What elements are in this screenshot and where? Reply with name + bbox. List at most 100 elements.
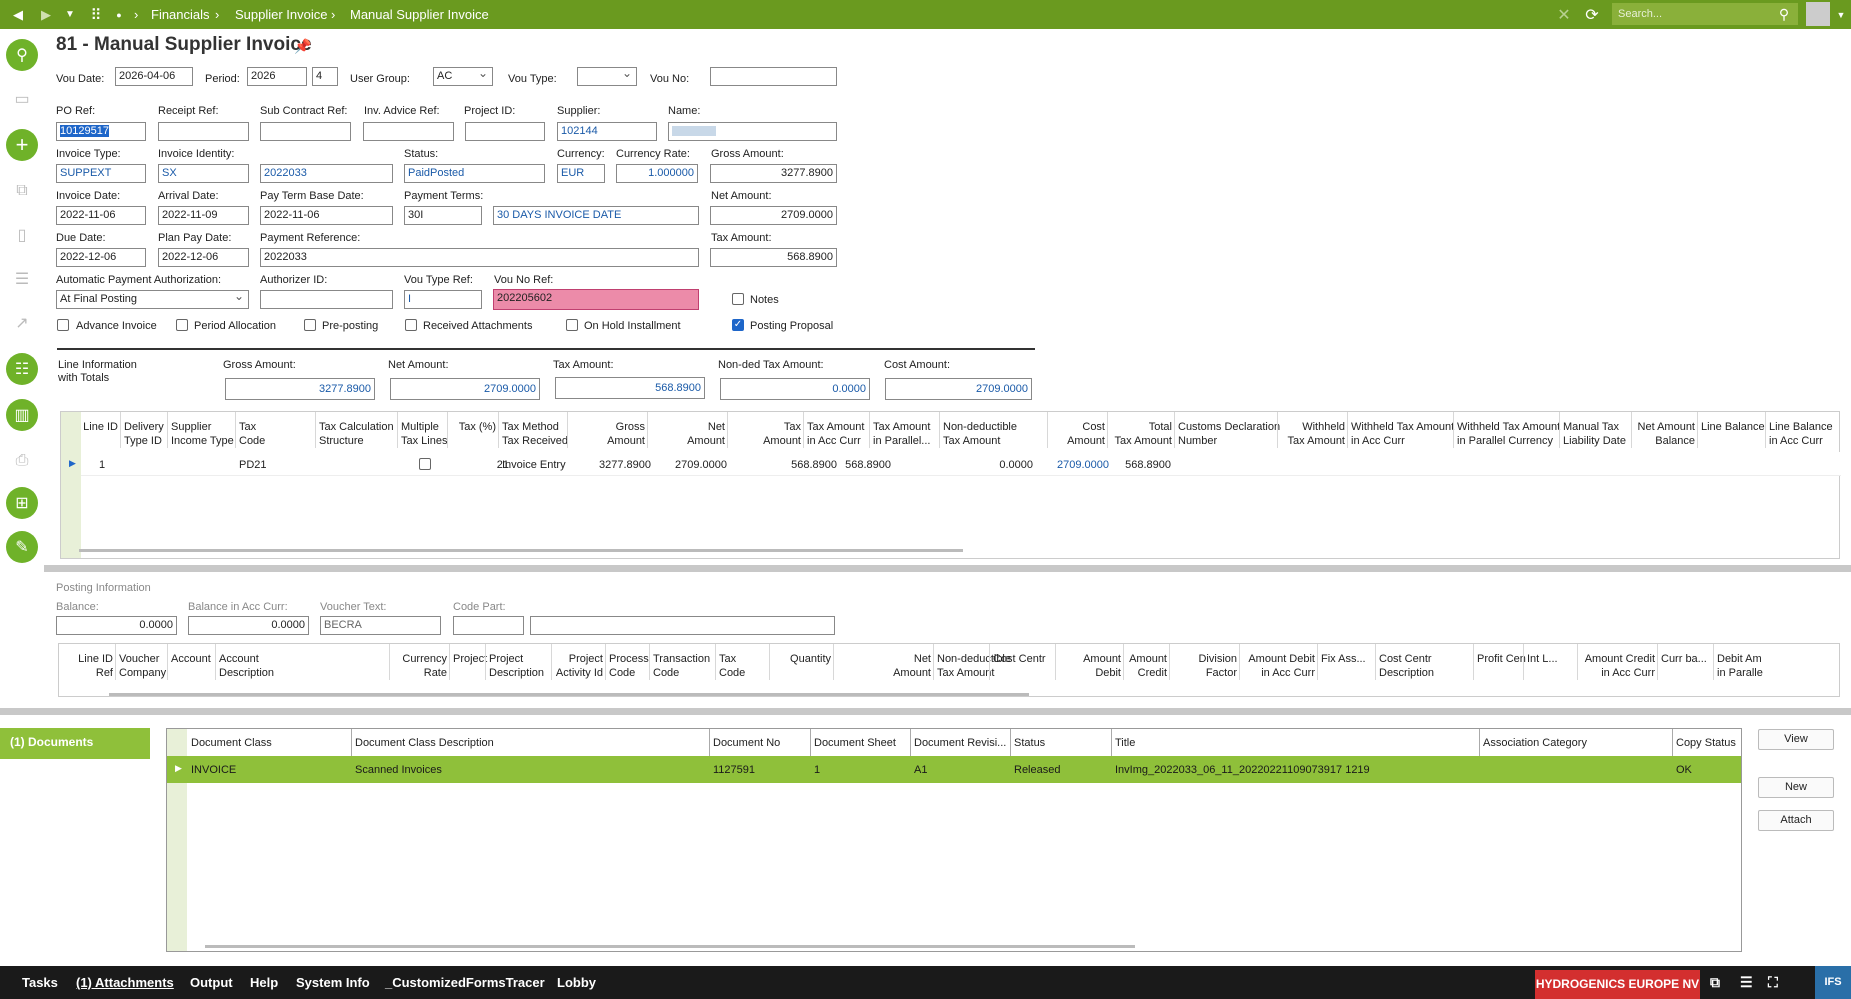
invoice-identity-field[interactable]: SX (158, 164, 249, 183)
column-header[interactable]: Document Revisi... (914, 736, 1006, 750)
balance-acc-field[interactable]: 0.0000 (188, 616, 309, 635)
posting-proposal-checkbox[interactable]: ✓ (732, 319, 744, 331)
tax-amount-field[interactable]: 568.8900 (710, 248, 837, 267)
column-header[interactable]: Copy Status (1676, 736, 1736, 750)
totals-cost-field[interactable]: 2709.0000 (885, 378, 1032, 400)
name-field[interactable] (668, 122, 837, 141)
gross-amount-field[interactable]: 3277.8900 (710, 164, 837, 183)
chevron-down-icon[interactable]: ▼ (1834, 0, 1848, 29)
arrival-date-field[interactable]: 2022-11-09 (158, 206, 249, 225)
project-id-field[interactable] (465, 122, 545, 141)
period-allocation-checkbox[interactable] (176, 319, 188, 331)
column-header[interactable]: Net Amount Balance (1635, 420, 1695, 448)
received-attachments-checkbox[interactable] (405, 319, 417, 331)
advance-invoice-checkbox[interactable] (57, 319, 69, 331)
invoice-identity-no-field[interactable]: 2022033 (260, 164, 393, 183)
code-part-desc-field[interactable] (530, 616, 835, 635)
list-icon[interactable]: ☰ (6, 263, 38, 295)
column-header[interactable]: Project (453, 652, 487, 666)
horizontal-scrollbar[interactable] (205, 945, 1135, 948)
export-icon[interactable]: ↗ (6, 307, 38, 339)
column-header[interactable]: Status (1014, 736, 1045, 750)
tasks-link[interactable]: Tasks (22, 966, 58, 999)
inv-advice-field[interactable] (363, 122, 454, 141)
duplicate-icon[interactable]: ⧉ (6, 175, 38, 207)
column-header[interactable]: Document No (713, 736, 780, 750)
column-header[interactable]: Line Balance in Acc Curr (1769, 420, 1849, 448)
column-header[interactable]: Profit Cen (1477, 652, 1526, 666)
history-dropdown-icon[interactable]: ▼ (62, 0, 78, 29)
column-header[interactable]: Amount Credit in Acc Curr (1581, 652, 1655, 680)
voucher-text-field[interactable]: BECRA (320, 616, 441, 635)
search-input[interactable] (1612, 3, 1798, 25)
column-header[interactable]: Non-deductible Tax Amount (937, 652, 1011, 680)
code-part-field[interactable] (453, 616, 524, 635)
notes-checkbox[interactable] (732, 293, 744, 305)
receipt-ref-field[interactable] (158, 122, 249, 141)
pre-posting-checkbox[interactable] (304, 319, 316, 331)
payment-ref-field[interactable]: 2022033 (260, 248, 699, 267)
column-header[interactable]: Document Sheet (814, 736, 896, 750)
search-icon[interactable]: ⚲ (6, 39, 38, 71)
app-grid-icon[interactable]: ⠿ (86, 0, 106, 29)
column-header[interactable]: Project Description (489, 652, 549, 680)
column-header[interactable]: Customs Declaration Number (1178, 420, 1280, 448)
totals-tax-field[interactable]: 568.8900 (555, 377, 705, 399)
column-header[interactable]: Gross Amount (571, 420, 645, 448)
payment-terms-field[interactable]: 30I (404, 206, 482, 225)
column-header[interactable]: Int L... (1527, 652, 1575, 666)
po-ref-field[interactable]: 10129517 (56, 122, 146, 141)
status-field[interactable]: PaidPosted (404, 164, 545, 183)
refresh-icon[interactable]: ⟳ (1582, 0, 1602, 29)
column-header[interactable]: Voucher Company (119, 652, 166, 680)
delete-icon[interactable]: ▯ (6, 219, 38, 251)
column-header[interactable]: Currency Rate (393, 652, 447, 680)
column-header[interactable]: Transaction Code (653, 652, 713, 680)
column-header[interactable]: Amount Credit (1127, 652, 1167, 680)
balance-field[interactable]: 0.0000 (56, 616, 177, 635)
totals-gross-field[interactable]: 3277.8900 (225, 378, 375, 400)
pay-term-field[interactable]: 2022-11-06 (260, 206, 393, 225)
horizontal-scrollbar[interactable] (79, 549, 963, 552)
fullscreen-icon[interactable]: ⛶ (1768, 966, 1778, 999)
multiple-tax-lines-checkbox[interactable] (419, 458, 431, 470)
pin-icon[interactable]: 📌 (294, 38, 311, 55)
invoice-date-field[interactable]: 2022-11-06 (56, 206, 146, 225)
plan-pay-field[interactable]: 2022-12-06 (158, 248, 249, 267)
column-header[interactable]: Tax Code (239, 420, 313, 448)
output-link[interactable]: Output (190, 966, 233, 999)
breadcrumb-supplier-invoice[interactable]: Supplier Invoice (235, 0, 328, 29)
column-header[interactable]: Document Class (191, 736, 272, 750)
due-date-field[interactable]: 2022-12-06 (56, 248, 146, 267)
column-header[interactable]: Non-deductible Tax Amount (943, 420, 1045, 448)
details-icon[interactable]: ☷ (6, 353, 38, 385)
back-icon[interactable]: ◀ (8, 0, 28, 29)
close-icon[interactable]: ✕ (1554, 0, 1574, 29)
column-header[interactable]: Net Amount (837, 652, 931, 680)
column-header[interactable]: Amount Debit (1059, 652, 1121, 680)
supplier-field[interactable]: 102144 (557, 122, 657, 141)
customized-forms-link[interactable]: _CustomizedFormsTracer (385, 966, 545, 999)
chart-icon[interactable]: ▥ (6, 399, 38, 431)
column-header[interactable]: Project Activity Id (555, 652, 603, 680)
attach-button[interactable]: Attach (1758, 810, 1834, 831)
column-header[interactable]: Tax Amount in Parallel... (873, 420, 937, 448)
column-header[interactable]: Delivery Type ID (124, 420, 165, 448)
column-header[interactable]: Withheld Tax Amount (1281, 420, 1345, 448)
auto-pay-select[interactable]: At Final Posting (56, 290, 249, 309)
report-icon[interactable]: ⎙ (6, 445, 38, 477)
vou-no-ref-field[interactable]: 202205602 (493, 289, 699, 310)
column-header[interactable]: Account (171, 652, 213, 666)
horizontal-scrollbar[interactable] (109, 693, 1029, 696)
column-header[interactable]: Curr ba... (1661, 652, 1711, 666)
attachments-link[interactable]: (1) Attachments (76, 966, 174, 999)
column-header[interactable]: Tax Calculation Structure (319, 420, 395, 448)
add-icon[interactable]: + (6, 129, 38, 161)
new-document-icon[interactable]: ⊞ (6, 487, 38, 519)
column-header[interactable]: Tax Code (719, 652, 767, 680)
column-header[interactable]: Document Class Description (355, 736, 494, 750)
period-year-field[interactable]: 2026 (247, 67, 307, 86)
checklist-icon[interactable]: ☰ (1740, 966, 1753, 999)
column-header[interactable]: Cost Centr Description (1379, 652, 1471, 680)
column-header[interactable]: Cost Amount (1051, 420, 1105, 448)
